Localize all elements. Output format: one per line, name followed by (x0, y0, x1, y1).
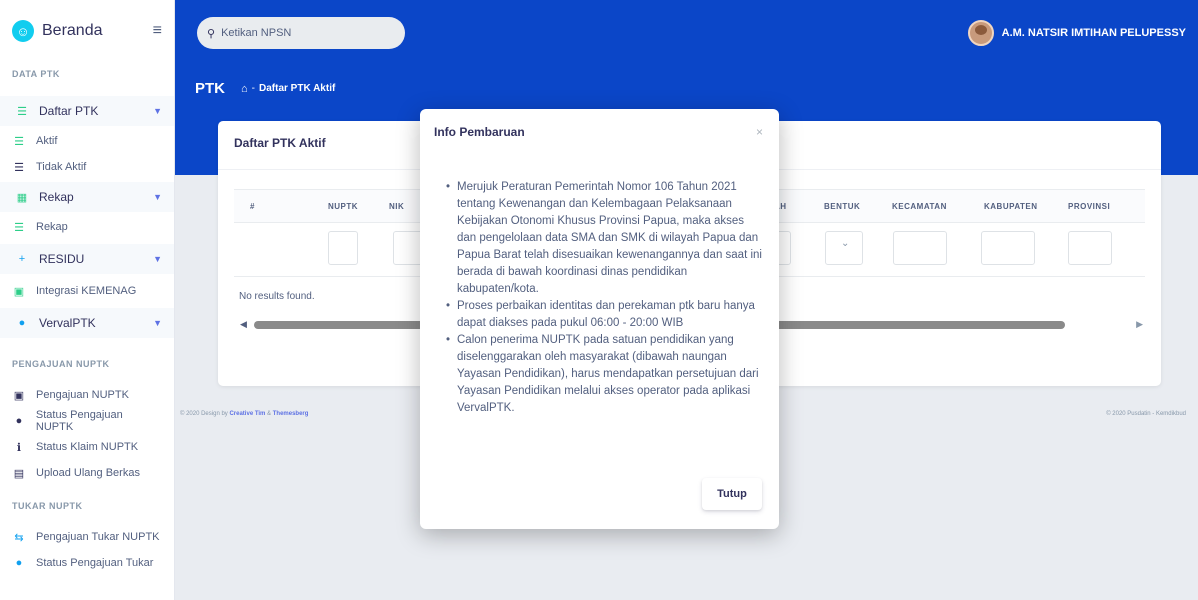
info-list: Merujuk Peraturan Pemerintah Nomor 106 T… (446, 179, 764, 417)
tutup-button[interactable]: Tutup (702, 478, 762, 510)
list-item: Merujuk Peraturan Pemerintah Nomor 106 T… (446, 179, 764, 298)
modal-title: Info Pembaruan (434, 125, 525, 139)
modal-body: Merujuk Peraturan Pemerintah Nomor 106 T… (446, 179, 764, 417)
close-icon[interactable]: × (756, 125, 763, 139)
info-modal: Info Pembaruan × Merujuk Peraturan Pemer… (420, 109, 779, 529)
list-item: Calon penerima NUPTK pada satuan pendidi… (446, 332, 764, 417)
list-item: Proses perbaikan identitas dan perekaman… (446, 298, 764, 332)
